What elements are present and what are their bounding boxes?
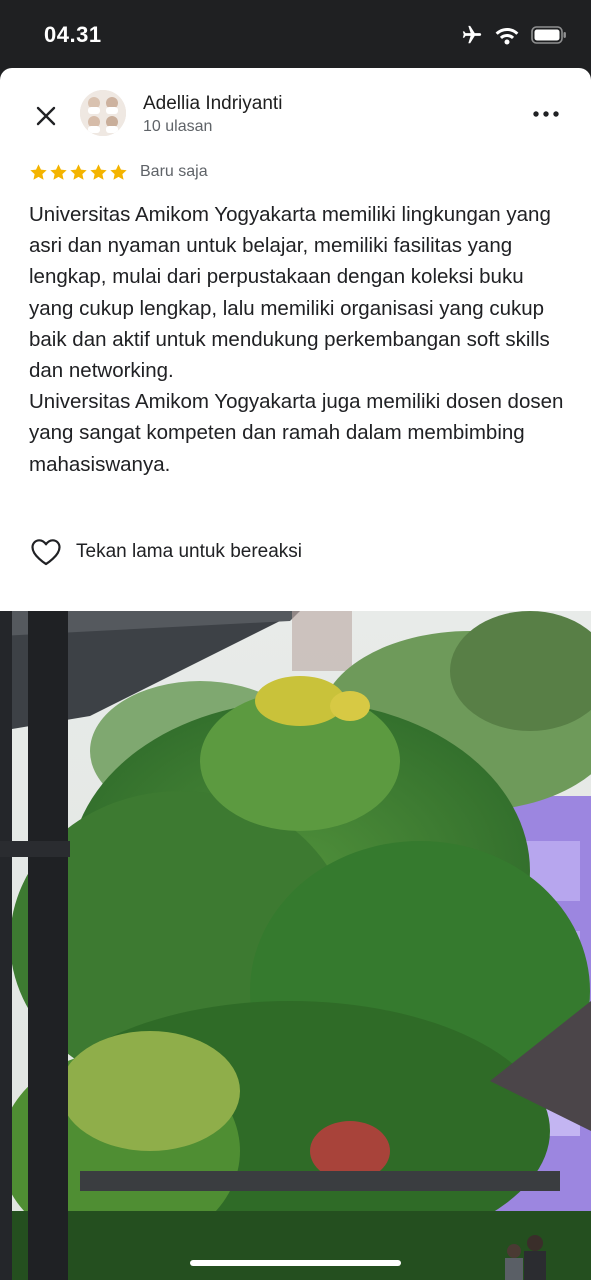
status-time: 04.31 [44, 22, 102, 47]
star-icon [110, 164, 127, 180]
close-icon [36, 106, 56, 126]
heart-icon [31, 539, 61, 566]
home-indicator[interactable] [190, 1260, 401, 1266]
review-paragraph: Universitas Amikom Yogyakarta juga memil… [29, 390, 564, 476]
star-icon [70, 164, 87, 180]
review-paragraph: Universitas Amikom Yogyakarta memiliki l… [29, 203, 551, 383]
react-label: Tekan lama untuk bereaksi [76, 541, 303, 562]
reviewer-name[interactable]: Adellia Indriyanti [143, 93, 282, 115]
review-photo[interactable] [0, 611, 591, 1280]
close-button[interactable] [30, 100, 62, 132]
review-text: Universitas Amikom Yogyakarta memiliki l… [29, 199, 569, 480]
review-time: Baru saja [140, 163, 208, 180]
battery-icon [531, 26, 567, 44]
status-bar: 04.31 [0, 0, 591, 70]
review-count: 10 ulasan [143, 118, 213, 135]
wifi-icon [495, 25, 519, 45]
star-rating [29, 163, 128, 182]
react-button[interactable]: Tekan lama untuk bereaksi [30, 538, 302, 566]
airplane-icon [461, 24, 483, 46]
review-sheet: Adellia Indriyanti 10 ulasan Baru saja U… [0, 68, 591, 1280]
star-icon [30, 164, 47, 180]
status-icons [461, 24, 567, 46]
more-icon [533, 111, 559, 117]
avatar[interactable] [80, 90, 126, 136]
more-options-button[interactable] [531, 102, 561, 126]
star-icon [50, 164, 67, 180]
star-icon [90, 164, 107, 180]
